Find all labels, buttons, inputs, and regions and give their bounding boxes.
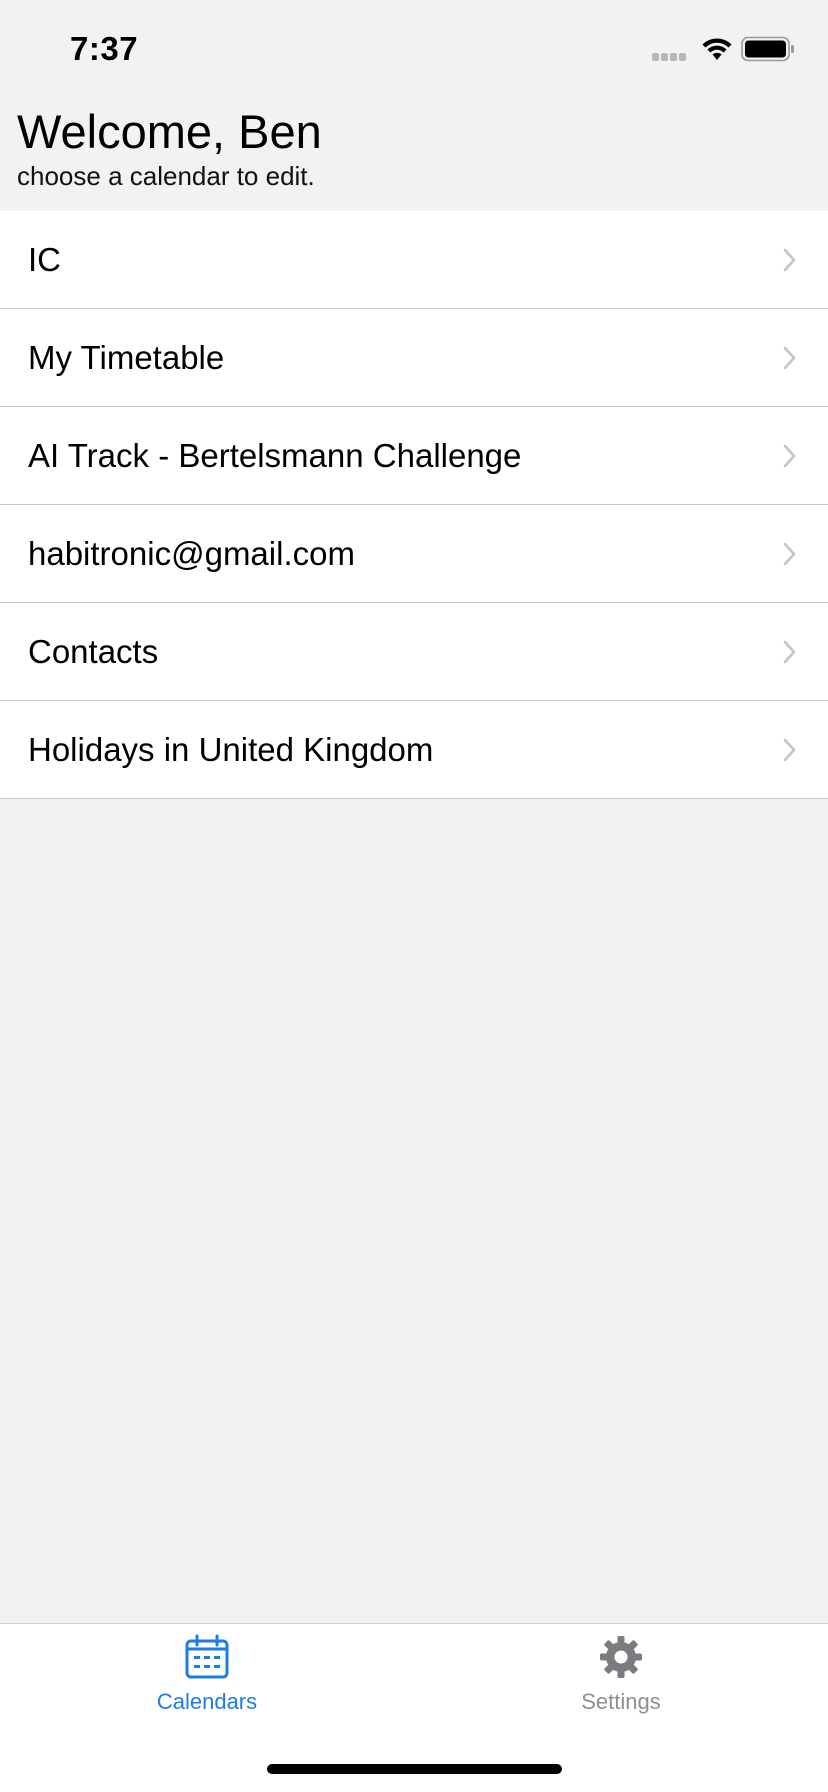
calendar-row-label: My Timetable — [28, 339, 225, 376]
app-screen: 7:37 Welcome, Ben choose a calendar to e… — [0, 0, 828, 1792]
chevron-right-icon — [783, 248, 796, 272]
calendar-row-label: habitronic@gmail.com — [28, 535, 355, 572]
tab-settings[interactable]: Settings — [414, 1624, 828, 1724]
gear-icon — [600, 1636, 642, 1678]
page-subtitle: choose a calendar to edit. — [17, 161, 315, 191]
calendar-row-label: Contacts — [28, 633, 159, 670]
page-header: Welcome, Ben choose a calendar to edit. — [17, 104, 811, 192]
status-bar: 7:37 — [0, 0, 828, 100]
calendar-row-ic[interactable]: IC — [0, 211, 828, 309]
chevron-right-icon — [783, 444, 796, 468]
calendar-icon — [185, 1634, 229, 1679]
calendar-row-holidays-uk[interactable]: Holidays in United Kingdom — [0, 701, 828, 799]
cellular-signal-icon — [652, 53, 692, 63]
calendar-row-label: AI Track - Bertelsmann Challenge — [28, 437, 522, 474]
chevron-right-icon — [783, 542, 796, 566]
status-time: 7:37 — [70, 30, 139, 67]
tab-calendars-label: Calendars — [156, 1689, 258, 1714]
calendar-row-contacts[interactable]: Contacts — [0, 603, 828, 701]
chevron-right-icon — [783, 640, 796, 664]
calendar-list: IC My Timetable AI Track - Bertelsmann C… — [0, 211, 828, 799]
tab-settings-label: Settings — [581, 1689, 661, 1714]
battery-icon — [741, 36, 794, 62]
tab-calendars[interactable]: Calendars — [0, 1624, 414, 1724]
calendar-row-label: Holidays in United Kingdom — [28, 731, 434, 768]
calendar-row-habitronic[interactable]: habitronic@gmail.com — [0, 505, 828, 603]
chevron-right-icon — [783, 738, 796, 762]
chevron-right-icon — [783, 346, 796, 370]
page-title: Welcome, Ben — [17, 105, 322, 158]
calendar-row-my-timetable[interactable]: My Timetable — [0, 309, 828, 407]
calendar-row-ai-track[interactable]: AI Track - Bertelsmann Challenge — [0, 407, 828, 505]
home-indicator[interactable] — [267, 1764, 562, 1774]
wifi-icon — [702, 38, 732, 60]
calendar-row-label: IC — [28, 241, 61, 278]
